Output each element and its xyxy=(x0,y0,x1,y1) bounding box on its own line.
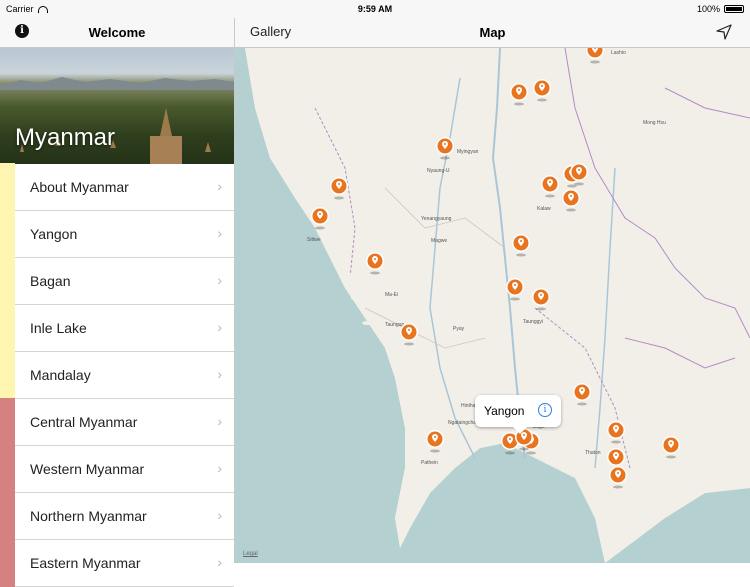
map-pin[interactable] xyxy=(329,176,349,200)
sidebar-nav-bar: i Welcome xyxy=(0,18,234,48)
menu-item-label: Northern Myanmar xyxy=(30,508,147,524)
chevron-right-icon: › xyxy=(217,460,222,476)
menu-item-label: Western Myanmar xyxy=(30,461,145,477)
menu-item-yangon[interactable]: Yangon › xyxy=(0,210,234,258)
map-pin[interactable] xyxy=(531,287,551,311)
menu-item-label: Mandalay xyxy=(30,367,91,383)
info-icon[interactable]: i xyxy=(538,403,552,417)
category-stripe xyxy=(0,539,15,587)
battery-icon xyxy=(724,5,744,13)
town-label: Kalaw xyxy=(537,206,551,212)
menu-item-label: Yangon xyxy=(30,226,78,242)
wifi-icon xyxy=(37,5,48,13)
town-label: Pathein xyxy=(421,460,438,466)
menu-item-label: Central Myanmar xyxy=(30,414,138,430)
map-pin[interactable] xyxy=(569,162,589,186)
map-pin[interactable] xyxy=(606,420,626,444)
map-title: Map xyxy=(479,25,506,40)
category-stripe xyxy=(0,398,15,446)
category-stripe xyxy=(0,445,15,493)
town-label: Taunggyi xyxy=(523,319,544,325)
map-view[interactable]: Lashio Myingyan Nyaung-U Yenangyaung Mag… xyxy=(235,41,750,563)
category-stripe xyxy=(0,351,15,399)
chevron-right-icon: › xyxy=(217,319,222,335)
menu-item-eastern-myanmar[interactable]: Eastern Myanmar › xyxy=(0,539,234,587)
map-pin[interactable] xyxy=(532,78,552,102)
map-pin[interactable] xyxy=(511,233,531,257)
menu-item-about-myanmar[interactable]: About Myanmar › xyxy=(0,163,234,211)
chevron-right-icon: › xyxy=(217,272,222,288)
town-label: Thaton xyxy=(585,450,601,456)
town-label: Mong Hsu xyxy=(643,120,666,126)
category-stripe xyxy=(0,492,15,540)
menu-item-inle-lake[interactable]: Inle Lake › xyxy=(0,304,234,352)
category-stripe xyxy=(0,163,15,211)
category-stripe xyxy=(0,257,15,305)
town-label: Nyaung-U xyxy=(427,168,450,174)
hero-image: Myanmar xyxy=(0,48,234,164)
menu-item-northern-myanmar[interactable]: Northern Myanmar › xyxy=(0,492,234,540)
battery-percent: 100% xyxy=(696,4,720,14)
callout-title: Yangon xyxy=(484,404,525,418)
sidebar-title: Welcome xyxy=(88,25,146,40)
menu-list: About Myanmar › Yangon › Bagan › Inle La… xyxy=(0,163,234,587)
map-nav-bar: Gallery Map xyxy=(235,18,750,48)
chevron-right-icon: › xyxy=(217,413,222,429)
town-label: Sittwe xyxy=(307,237,321,243)
menu-item-bagan[interactable]: Bagan › xyxy=(0,257,234,305)
hero-title: Myanmar xyxy=(15,124,116,151)
town-label: Lashio xyxy=(611,50,626,56)
menu-item-label: About Myanmar xyxy=(30,179,129,195)
status-time: 9:59 AM xyxy=(357,4,393,14)
chevron-right-icon: › xyxy=(217,366,222,382)
category-stripe xyxy=(0,304,15,352)
carrier-label: Carrier xyxy=(6,4,34,14)
map-callout[interactable]: Yangon i xyxy=(475,395,561,434)
town-label: Pyay xyxy=(453,326,465,332)
map-panel: Gallery Map Lashio Myingyan Nyaung-U Yen… xyxy=(235,0,750,563)
map-pin[interactable] xyxy=(365,251,385,275)
legal-link[interactable]: Legal xyxy=(243,551,258,557)
chevron-right-icon: › xyxy=(217,225,222,241)
map-pin[interactable] xyxy=(425,429,445,453)
chevron-right-icon: › xyxy=(217,554,222,570)
map-pin[interactable] xyxy=(661,435,681,459)
map-pin[interactable] xyxy=(435,136,455,160)
town-label: Myingyan xyxy=(457,149,479,155)
map-pin[interactable] xyxy=(608,465,628,489)
map-pin[interactable] xyxy=(540,174,560,198)
menu-item-central-myanmar[interactable]: Central Myanmar › xyxy=(0,398,234,446)
town-label: Magwe xyxy=(431,238,448,244)
town-label: Yenangyaung xyxy=(421,216,452,222)
chevron-right-icon: › xyxy=(217,507,222,523)
map-pin[interactable] xyxy=(572,382,592,406)
menu-item-label: Eastern Myanmar xyxy=(30,555,141,571)
status-bar: Carrier 9:59 AM 100% xyxy=(0,0,750,18)
menu-item-western-myanmar[interactable]: Western Myanmar › xyxy=(0,445,234,493)
map-pin[interactable] xyxy=(505,277,525,301)
map-pin[interactable] xyxy=(561,188,581,212)
map-pin[interactable] xyxy=(310,206,330,230)
category-stripe xyxy=(0,210,15,258)
town-label: Ma-Ei xyxy=(385,292,399,298)
menu-item-mandalay[interactable]: Mandalay › xyxy=(0,351,234,399)
menu-item-label: Bagan xyxy=(30,273,71,289)
menu-item-label: Inle Lake xyxy=(30,320,87,336)
chevron-right-icon: › xyxy=(217,178,222,194)
sidebar: i Welcome Myanmar About Myanmar › Yangon… xyxy=(0,0,235,587)
map-pin[interactable] xyxy=(509,82,529,106)
map-pin[interactable] xyxy=(399,322,419,346)
location-arrow-icon[interactable] xyxy=(716,24,732,40)
